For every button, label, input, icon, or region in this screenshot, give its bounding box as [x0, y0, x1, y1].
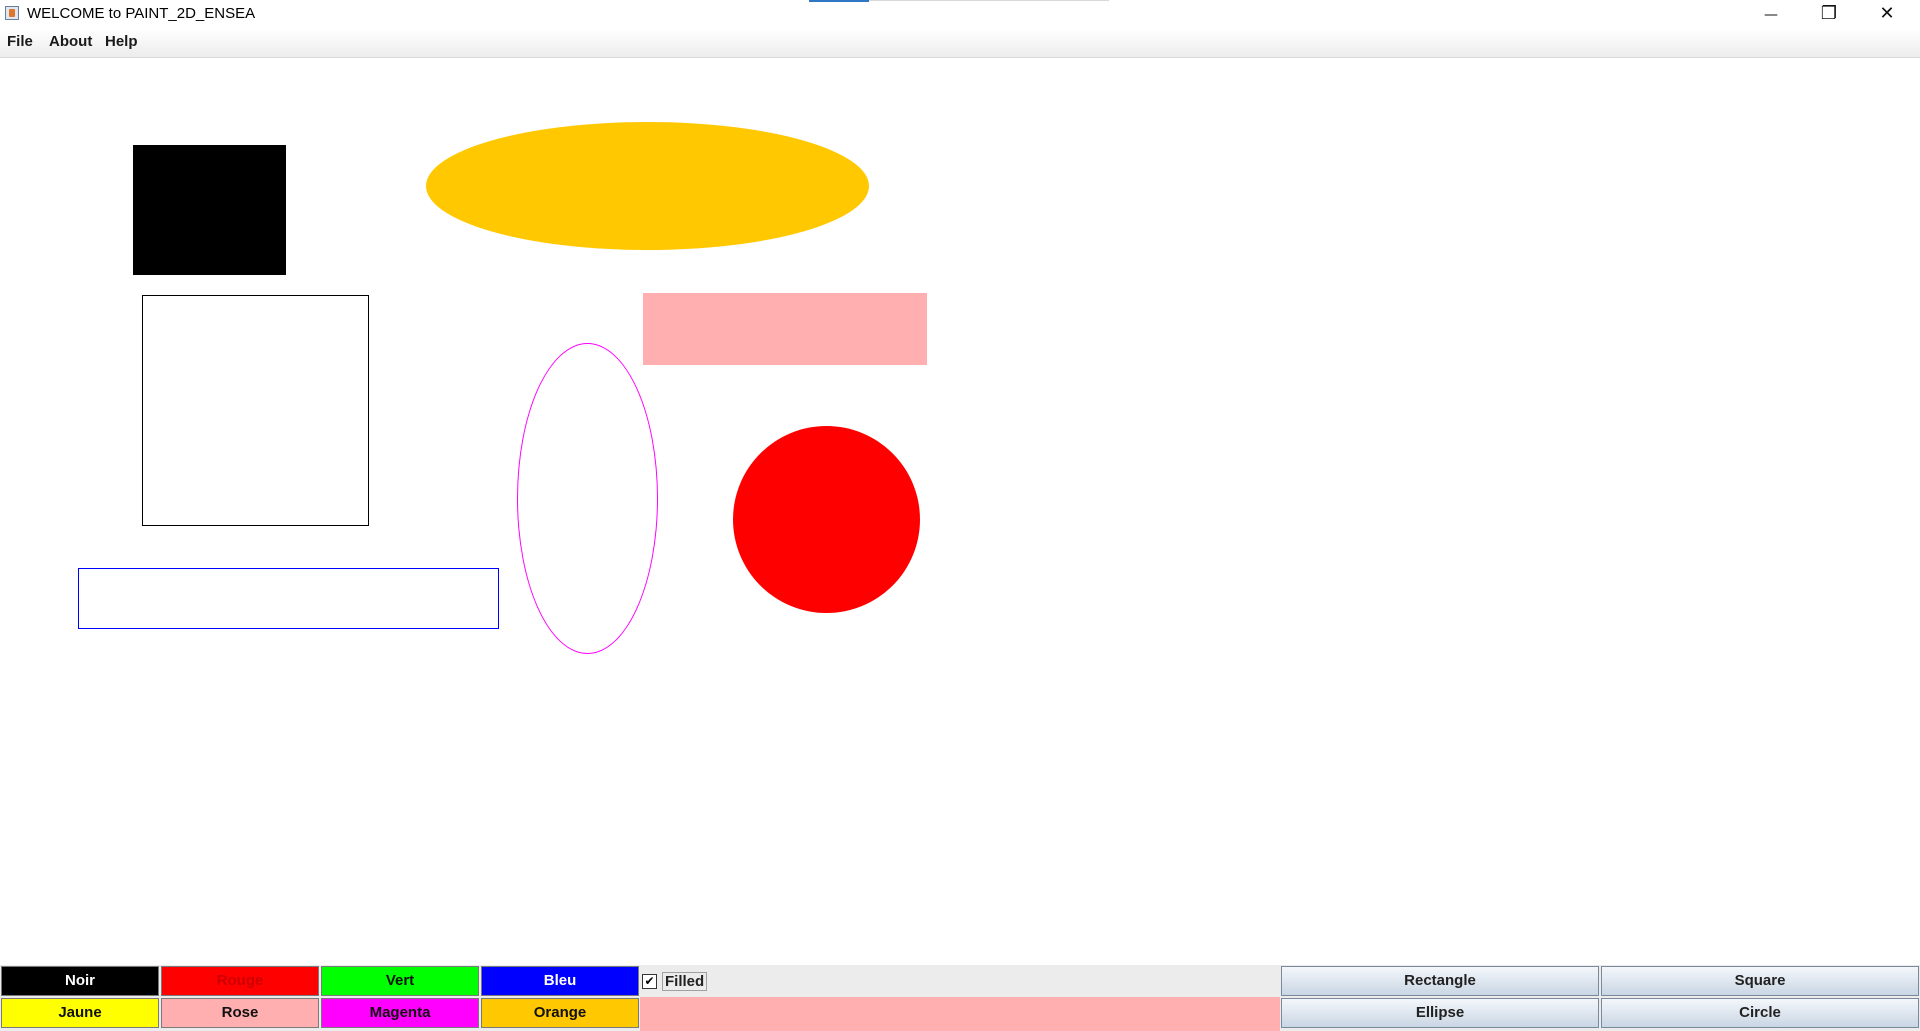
color-button-jaune[interactable]: Jaune: [1, 998, 159, 1028]
title-bar-divider: [869, 0, 1109, 1]
control-panel: Noir Rouge Vert Bleu Jaune Rose Magenta …: [0, 965, 1920, 1031]
maximize-button[interactable]: ❐: [1800, 0, 1858, 29]
minimize-icon: —: [1764, 7, 1778, 23]
menu-file[interactable]: File: [7, 33, 33, 50]
color-button-magenta[interactable]: Magenta: [321, 998, 479, 1028]
filled-checkbox-group[interactable]: ✔ Filled: [642, 969, 708, 993]
outline-black-square: [142, 295, 369, 526]
filled-black-square: [133, 145, 286, 275]
circle-button[interactable]: Circle: [1601, 998, 1919, 1028]
filled-pink-rectangle: [643, 293, 927, 365]
menu-bar: File About Help: [0, 29, 1920, 58]
restore-icon: ❐: [1820, 3, 1838, 24]
title-bar: WELCOME to PAINT_2D_ENSEA — ❐ ✕: [0, 0, 1920, 29]
filled-orange-ellipse: [426, 122, 869, 250]
rectangle-button[interactable]: Rectangle: [1281, 966, 1599, 996]
color-button-orange[interactable]: Orange: [481, 998, 639, 1028]
drawing-canvas[interactable]: [0, 58, 1920, 965]
color-button-vert[interactable]: Vert: [321, 966, 479, 996]
color-button-rouge[interactable]: Rouge: [161, 966, 319, 996]
outline-blue-rectangle: [78, 568, 499, 629]
current-color-preview: [640, 997, 1280, 1031]
title-bar-accent: [809, 0, 869, 2]
close-icon: ✕: [1879, 3, 1895, 24]
ellipse-button[interactable]: Ellipse: [1281, 998, 1599, 1028]
window-title: WELCOME to PAINT_2D_ENSEA: [27, 5, 256, 22]
color-button-rose[interactable]: Rose: [161, 998, 319, 1028]
java-app-icon: [5, 6, 19, 20]
color-button-bleu[interactable]: Bleu: [481, 966, 639, 996]
close-button[interactable]: ✕: [1858, 0, 1916, 29]
filled-label[interactable]: Filled: [662, 971, 708, 991]
menu-help[interactable]: Help: [105, 33, 138, 50]
minimize-button[interactable]: —: [1742, 0, 1800, 29]
menu-about[interactable]: About: [49, 33, 92, 50]
color-button-noir[interactable]: Noir: [1, 966, 159, 996]
filled-red-circle: [733, 426, 920, 613]
square-button[interactable]: Square: [1601, 966, 1919, 996]
outline-magenta-ellipse: [517, 343, 658, 654]
filled-checkbox[interactable]: ✔: [642, 973, 657, 989]
